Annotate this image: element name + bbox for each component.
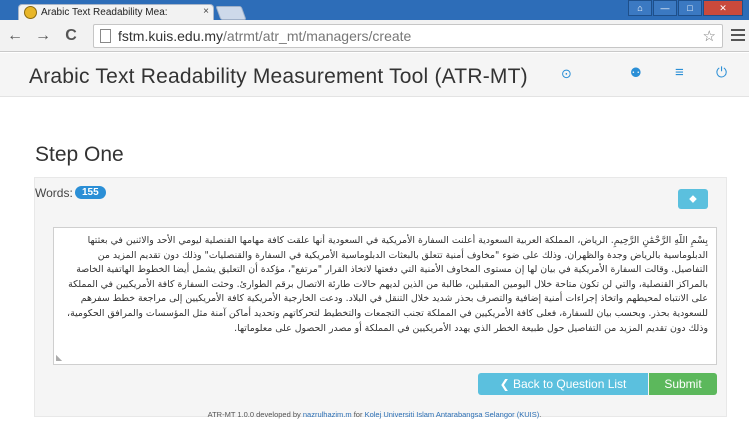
chevron-left-icon: ❮ — [499, 377, 510, 391]
tab-close-icon[interactable]: × — [203, 6, 209, 17]
step-title: Step One — [35, 143, 124, 166]
window-user-icon[interactable]: ⌂ — [628, 0, 652, 16]
app-header: Arabic Text Readability Measurement Tool… — [0, 53, 749, 97]
maximize-icon[interactable]: □ — [678, 0, 702, 16]
browser-menu-icon[interactable] — [731, 29, 745, 44]
favicon-icon — [24, 6, 37, 19]
arabic-text-value: بِسْمِ اللَّهِ الرَّحْمَٰنِ الرَّحِيمِ. … — [67, 235, 708, 334]
word-count-badge: 155 — [75, 186, 106, 199]
footer: ATR-MT 1.0.0 developed by nazrulhazim.m … — [0, 410, 749, 419]
submit-button[interactable]: Submit — [649, 373, 717, 395]
tag-icon: ⬥ — [689, 193, 697, 205]
browser-toolbar: ← → C fstm.kuis.edu.my/atrmt/atr_mt/mana… — [0, 20, 749, 52]
address-bar[interactable]: fstm.kuis.edu.my/atrmt/atr_mt/managers/c… — [93, 24, 723, 48]
back-arrow-icon[interactable]: ← — [6, 27, 24, 45]
tab-title: Arabic Text Readability Mea: — [41, 7, 168, 18]
arabic-text-input[interactable]: بِسْمِ اللَّهِ الرَّحْمَٰنِ الرَّحِيمِ. … — [53, 227, 717, 365]
window-controls: ⌂ — □ ✕ — [628, 0, 743, 16]
minimize-icon[interactable]: — — [653, 0, 677, 16]
browser-titlebar: Arabic Text Readability Mea: × ⌂ — □ ✕ — [0, 0, 749, 20]
footer-suffix: . — [539, 410, 542, 419]
url-text[interactable]: fstm.kuis.edu.my/atrmt/atr_mt/managers/c… — [118, 28, 411, 44]
resize-handle-icon[interactable]: ◣ — [56, 353, 62, 362]
bookmark-star-icon[interactable]: ☆ — [703, 27, 716, 45]
new-tab-button[interactable] — [215, 6, 247, 20]
tag-button[interactable]: ⬥ — [678, 189, 708, 209]
url-path: /atrmt/atr_mt/managers/create — [223, 28, 412, 44]
list-icon[interactable]: ≡ — [675, 64, 684, 81]
reload-icon[interactable]: C — [62, 27, 80, 45]
back-button-label: Back to Question List — [513, 377, 627, 391]
words-label: Words: — [35, 186, 73, 200]
footer-middle: for — [353, 410, 363, 419]
power-icon[interactable]: ⏻ — [716, 64, 727, 81]
info-icon[interactable]: ⊙ — [561, 66, 572, 82]
organization-link[interactable]: Kolej Universiti Islam Antarabangsa Sela… — [365, 410, 540, 419]
footer-prefix: ATR-MT 1.0.0 developed by — [207, 410, 301, 419]
url-host: fstm.kuis.edu.my — [118, 28, 224, 44]
page-icon — [100, 29, 111, 43]
window-close-icon[interactable]: ✕ — [703, 0, 743, 16]
back-to-question-list-button[interactable]: ❮ Back to Question List — [478, 373, 648, 395]
forward-arrow-icon[interactable]: → — [34, 27, 52, 45]
page-title: Arabic Text Readability Measurement Tool… — [29, 65, 528, 88]
browser-tab[interactable]: Arabic Text Readability Mea: × — [18, 4, 214, 20]
user-icon[interactable]: ⚉ — [630, 65, 642, 81]
author-link[interactable]: nazrulhazim.m — [303, 410, 352, 419]
